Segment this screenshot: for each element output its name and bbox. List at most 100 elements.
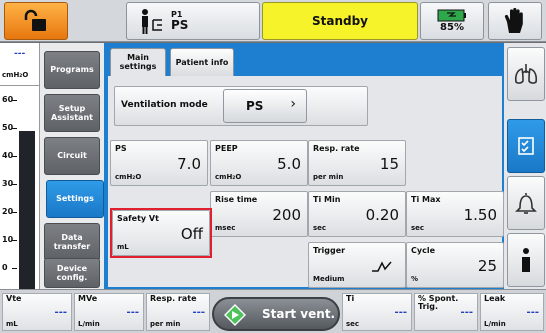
nav-setup-assistant[interactable]: Setup Assistant [44,94,100,132]
alarm-settings-button[interactable] [507,176,545,230]
gauge-tick [12,184,17,185]
setting-ti-max[interactable]: Ti Max 1.50 sec [406,191,504,237]
sidebar: Programs Setup Assistant Circuit Setting… [40,43,104,289]
start-label: Start vent. [262,307,336,321]
pressure-bar [19,131,35,309]
pressure-gauge: --- cmH₂O 60 50 40 30 20 10 0 [0,43,40,309]
setting-unit: % [411,275,419,283]
status-standby[interactable]: Standby [262,2,418,40]
tab-main-settings[interactable]: Main settings [110,48,166,77]
info-button[interactable] [507,233,545,287]
lungs-icon [514,64,538,84]
monitor-unit: L/min [78,320,100,328]
ventilation-mode-row: Ventilation mode PS › [114,86,368,126]
setting-value: 25 [477,257,497,275]
setting-name: PEEP [215,144,238,153]
nav-device-config[interactable]: Device config. [44,258,100,288]
monitor-name: Leak [484,294,506,303]
tab-label: Patient info [175,58,229,68]
monitor-resp-rate: Resp. rate --- per min [146,293,210,331]
gauge-tick-label: 0 [2,263,8,272]
monitor-unit: sec [346,320,360,328]
start-ventilation-button[interactable]: Start vent. [212,297,340,331]
gauge-tick [12,156,17,157]
setting-name: Resp. rate [313,144,360,153]
setting-name: Ti Min [313,195,341,204]
gauge-tick [12,212,17,213]
setting-name: Cycle [411,246,435,255]
setting-unit: sec [313,224,327,232]
setting-name: Ti Max [411,195,441,204]
nav-label: Programs [50,65,94,75]
settings-panel: Main settings Patient info Ventilation m… [104,43,504,289]
battery-icon [437,9,466,22]
monitor-value: --- [192,307,205,318]
setting-value: 5.0 [277,155,301,173]
nav-label: Data transfer [53,232,91,251]
nav-label: Setup Assistant [51,103,93,122]
monitor-leak: Leak --- L/min [480,293,544,331]
gauge-tick [12,128,17,129]
patient-icon [142,9,162,34]
status-label: Standby [311,14,369,28]
setting-trigger[interactable]: Trigger Medium [308,242,406,288]
setting-value: 7.0 [177,155,201,173]
nav-programs[interactable]: Programs [44,51,100,89]
monitor-bar: Vte --- mL MVe --- L/min Resp. rate --- … [0,289,546,333]
monitor-vte: Vte --- mL [2,293,72,331]
monitor-unit: mL [6,320,18,328]
nav-data-transfer[interactable]: Data transfer [44,223,100,261]
battery-level: 85% [440,22,464,33]
setting-cycle[interactable]: Cycle 25 % [406,242,504,288]
tab-label: Main settings [119,53,157,71]
setting-unit: Medium [313,275,345,283]
nav-circuit[interactable]: Circuit [44,137,100,175]
safety-vt-highlight [110,208,212,258]
setting-unit: sec [411,224,425,232]
monitor-value: --- [460,307,473,318]
setting-unit: cmH₂O [115,173,142,181]
checklist-icon [518,137,534,155]
tab-patient-info[interactable]: Patient info [170,48,234,78]
setting-ti-min[interactable]: Ti Min 0.20 sec [308,191,406,237]
gauge-tick [12,240,17,241]
setting-name: Rise time [215,195,258,204]
nav-label: Device config. [56,263,88,282]
battery-indicator: 85% [420,2,484,40]
monitor-spont-trig: % Spont. Trig. --- [414,293,478,331]
info-icon [522,248,530,272]
alarm-silence-button[interactable] [488,2,542,40]
setting-ps[interactable]: PS 7.0 cmH₂O [110,140,208,186]
ventilation-mode-select[interactable]: PS › [223,89,307,123]
setting-peep[interactable]: PEEP 5.0 cmH₂O [210,140,308,186]
patient-button[interactable]: P1 PS [126,2,260,40]
setting-unit: msec [215,224,236,232]
setting-value: 0.20 [365,206,399,224]
lock-button[interactable] [4,2,68,40]
monitor-unit: per min [150,320,181,328]
nav-settings[interactable]: Settings [46,180,104,218]
monitor-mve: MVe --- L/min [74,293,144,331]
right-toolbar [504,43,546,289]
monitor-name: MVe [78,294,98,303]
setting-value: 15 [379,155,399,173]
chevron-right-icon: › [290,96,296,112]
setting-rise-time[interactable]: Rise time 200 msec [210,191,308,237]
setting-unit: cmH₂O [215,173,242,181]
setting-name: PS [115,144,127,153]
setting-value: 1.50 [463,206,497,224]
monitor-ti: Ti --- sec [342,293,412,331]
setting-resp-rate[interactable]: Resp. rate 15 per min [308,140,406,186]
gauge-tick [12,268,17,269]
checklist-button[interactable] [507,119,545,173]
trigger-curve-icon [372,261,392,272]
top-bar: P1 PS Standby 85% [0,0,546,42]
bell-icon [515,193,537,214]
setting-value: 200 [272,206,301,224]
monitor-unit: L/min [484,320,506,328]
main-settings-content: Ventilation mode PS › PS 7.0 cmH₂O PEEP … [108,76,504,288]
lungs-button[interactable] [507,47,545,101]
monitor-name: Ti [346,294,355,303]
nav-label: Circuit [57,151,87,161]
setting-unit: per min [313,173,344,181]
